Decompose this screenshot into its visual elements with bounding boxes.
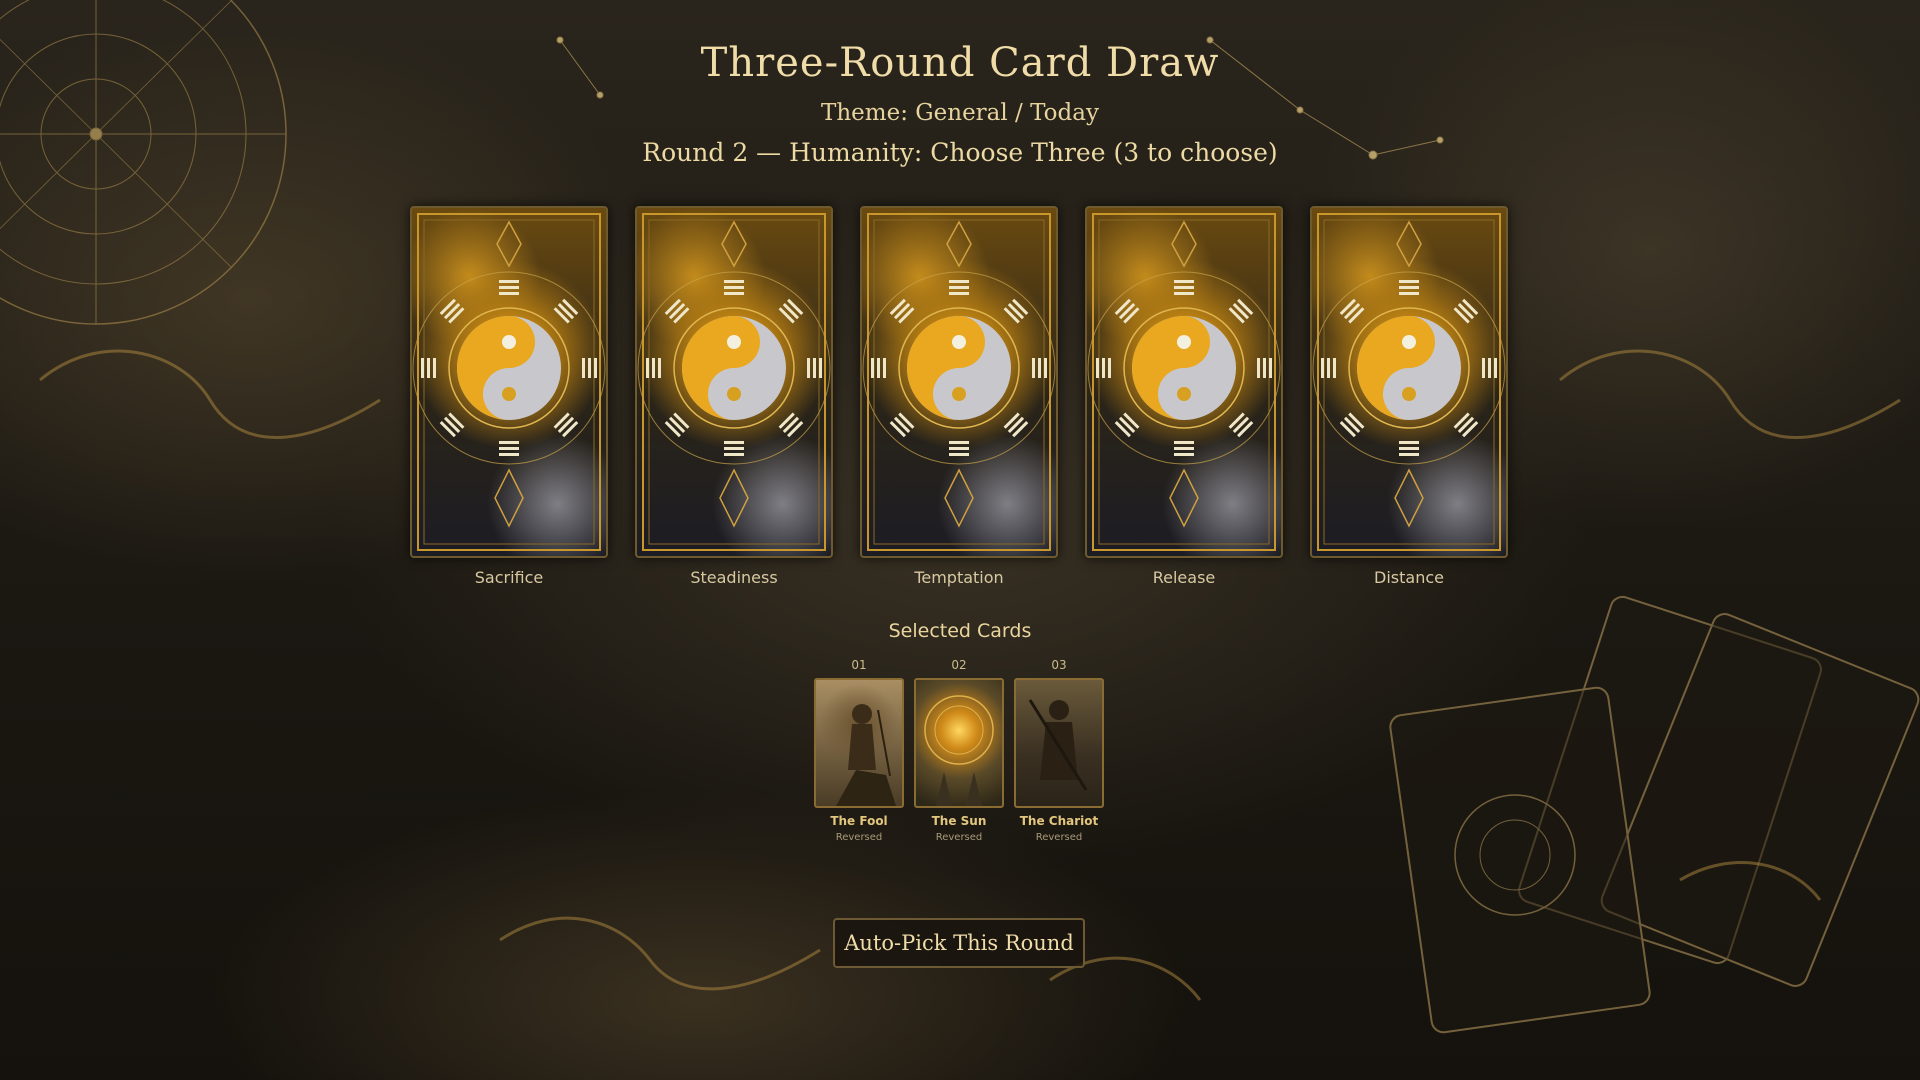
selected-card-sun: 02 The Sun Reversed: [914, 658, 1004, 843]
card-deck: Sacrifice Steadiness Temptation Release …: [410, 206, 1510, 587]
card-label: Sacrifice: [474, 568, 544, 587]
selected-card-number: 03: [1051, 658, 1067, 672]
card-back: [410, 206, 608, 558]
selected-card-orientation: Reversed: [1035, 832, 1083, 843]
selected-card-number: 02: [951, 658, 967, 672]
card-back: [635, 206, 833, 558]
card-temptation[interactable]: Temptation: [860, 206, 1058, 587]
card-back: [1085, 206, 1283, 558]
card-label: Distance: [1374, 568, 1444, 587]
round-instruction: Round 2 — Humanity: Choose Three (3 to c…: [642, 138, 1278, 167]
page-title: Three-Round Card Draw: [700, 40, 1220, 86]
yin-yang-bagua-icon: [1312, 213, 1506, 551]
selected-card-orientation: Reversed: [935, 832, 983, 843]
selected-cards-title: Selected Cards: [888, 620, 1032, 642]
card-label: Steadiness: [690, 568, 778, 587]
warrior-icon: [1028, 699, 1088, 791]
chariot-card-art-icon: [1014, 678, 1104, 808]
card-label: Temptation: [914, 568, 1004, 587]
wanderer-icon: [836, 704, 896, 806]
fool-card-art-icon: [814, 678, 904, 808]
selected-card-fool: 01 The Fool Reversed: [814, 658, 904, 843]
card-back: [1310, 206, 1508, 558]
sun-icon: [924, 695, 994, 806]
selected-card-chariot: 03 The Chariot Reversed: [1014, 658, 1104, 843]
selected-cards-list: 01 The Fool Reversed 02 The Sun Reversed…: [814, 658, 1106, 858]
card-release[interactable]: Release: [1085, 206, 1283, 587]
yin-yang-bagua-icon: [1087, 213, 1281, 551]
yin-yang-bagua-icon: [412, 213, 606, 551]
selected-card-name: The Chariot: [1019, 814, 1099, 828]
sun-card-art-icon: [914, 678, 1004, 808]
selected-card-name: The Fool: [830, 814, 888, 828]
card-steadiness[interactable]: Steadiness: [635, 206, 833, 587]
card-sacrifice[interactable]: Sacrifice: [410, 206, 608, 587]
selected-card-name: The Sun: [931, 814, 987, 828]
selected-card-number: 01: [851, 658, 867, 672]
yin-yang-bagua-icon: [637, 213, 831, 551]
card-label: Release: [1152, 568, 1216, 587]
card-back: [860, 206, 1058, 558]
yin-yang-bagua-icon: [862, 213, 1056, 551]
auto-pick-button[interactable]: Auto-Pick This Round: [833, 918, 1085, 968]
selected-card-orientation: Reversed: [835, 832, 883, 843]
card-distance[interactable]: Distance: [1310, 206, 1508, 587]
tarot-outline-decor: [1389, 595, 1920, 1034]
theme-subtitle: Theme: General / Today: [821, 100, 1099, 126]
